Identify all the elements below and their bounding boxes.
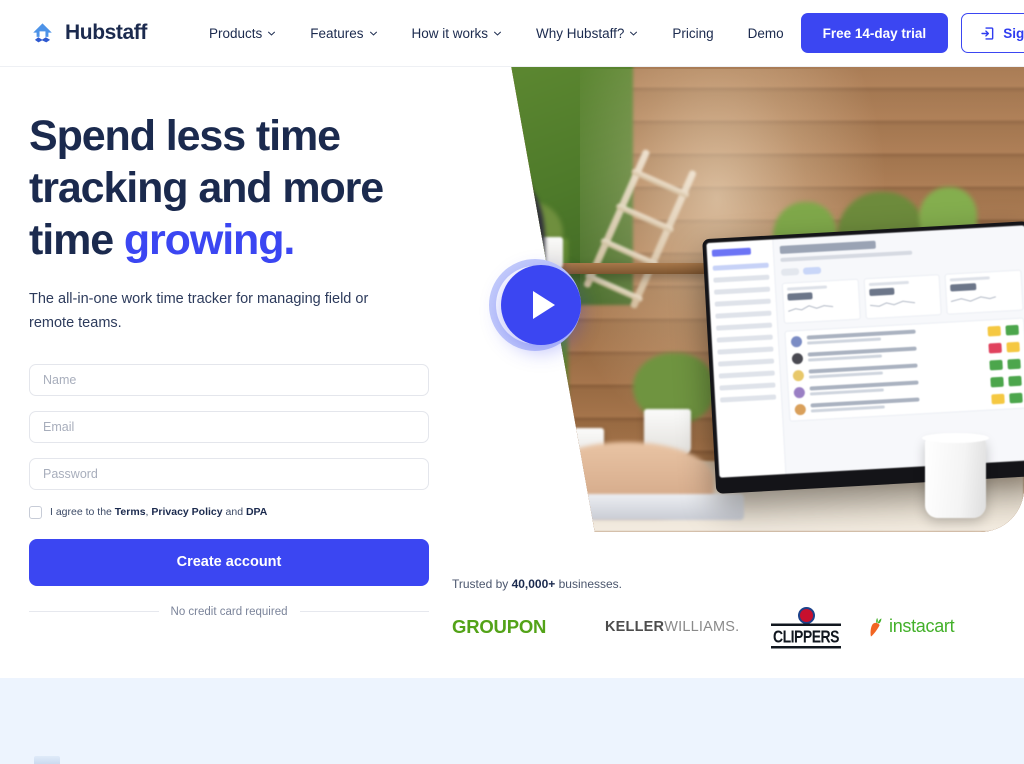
client-logos: GROUPON KELLERWILLIAMS. CLIPPERS instaca… (452, 607, 997, 649)
play-triangle (533, 291, 555, 319)
chevron-down-icon (369, 31, 377, 36)
agree-prefix: I agree to the (50, 506, 115, 519)
headline-accent: growing. (123, 216, 295, 265)
trusted-by-text: Trusted by 40,000+ businesses. (452, 577, 997, 591)
terms-agreement-row: I agree to the Terms, Privacy Policy and… (29, 505, 429, 520)
terms-agreement-text: I agree to the Terms, Privacy Policy and… (50, 505, 267, 520)
person-head (510, 159, 534, 245)
kw-light: WILLIAMS. (664, 618, 740, 635)
no-credit-card-text: No credit card required (170, 605, 288, 618)
instacart-logo-icon: instacart (868, 616, 955, 637)
keller-williams-logo-icon: KELLERWILLIAMS. (605, 619, 744, 635)
nav-item-how-it-works[interactable]: How it works (395, 18, 520, 49)
band-partial-element (34, 756, 60, 764)
trusted-count: 40,000+ (511, 577, 556, 591)
chevron-down-icon (494, 31, 502, 36)
nav-item-pricing[interactable]: Pricing (655, 18, 730, 49)
nav-label: Features (310, 25, 364, 41)
hubstaff-logo-icon (29, 20, 56, 47)
logo-cell-groupon: GROUPON (452, 616, 605, 638)
divider-right (299, 611, 430, 613)
password-input[interactable] (29, 458, 429, 491)
terms-checkbox[interactable] (29, 506, 42, 520)
carrot-icon (870, 617, 882, 637)
nav-label: Why Hubstaff? (536, 25, 625, 41)
sign-in-label: Sign in (1003, 25, 1024, 41)
clippers-wordmark: CLIPPERS (770, 623, 841, 649)
logo-cell-clippers: CLIPPERS (744, 607, 868, 649)
signup-form: I agree to the Terms, Privacy Policy and… (29, 364, 429, 586)
clippers-logo-icon: CLIPPERS (744, 607, 868, 649)
privacy-policy-link[interactable]: Privacy Policy (151, 506, 222, 518)
create-account-button[interactable]: Create account (29, 538, 429, 586)
trusted-suffix: businesses. (555, 577, 622, 591)
nav-item-features[interactable]: Features (293, 18, 394, 49)
trusted-prefix: Trusted by (452, 577, 512, 591)
dpa-link[interactable]: DPA (246, 506, 267, 518)
groupon-logo-icon: GROUPON (452, 615, 547, 637)
sign-in-arrow-icon (981, 26, 994, 40)
nav-label: Pricing (672, 25, 714, 41)
play-button-icon (501, 265, 581, 345)
nav-label: Products (208, 25, 263, 41)
name-input[interactable] (29, 364, 429, 397)
agree-sep: and (222, 506, 246, 519)
hero-left-column: Spend less time tracking and more time g… (29, 110, 430, 618)
header-actions: Free 14-day trial Sign in (800, 13, 1024, 53)
clippers-ball-mark (786, 607, 826, 625)
dashboard-members-table (784, 317, 1024, 422)
logo-cell-keller-williams: KELLERWILLIAMS. (605, 619, 744, 635)
nav-label: Demo (747, 25, 784, 41)
coffee-cup (921, 432, 990, 518)
chevron-down-icon (268, 31, 276, 36)
nav-item-why-hubstaff[interactable]: Why Hubstaff? (519, 18, 655, 49)
page-title: Spend less time tracking and more time g… (29, 110, 429, 266)
sign-in-button[interactable]: Sign in (961, 13, 1024, 53)
brand-logo-link[interactable]: Hubstaff (29, 20, 147, 47)
divider-left (29, 611, 159, 613)
next-section-band (0, 678, 1024, 764)
hero-subheading: The all-in-one work time tracker for man… (29, 291, 369, 331)
kw-bold: KELLER (605, 618, 665, 635)
email-input[interactable] (29, 411, 429, 444)
keyboard (568, 494, 744, 521)
dashboard-sidebar (705, 239, 786, 478)
trusted-by-section: Trusted by 40,000+ businesses. GROUPON K… (452, 577, 997, 649)
site-header: Hubstaff Products Features How it works … (0, 0, 1024, 67)
chevron-down-icon (630, 31, 638, 36)
play-video-button[interactable] (489, 259, 589, 361)
nav-item-demo[interactable]: Demo (731, 18, 801, 49)
brand-name: Hubstaff (65, 21, 147, 44)
nav-item-products[interactable]: Products (192, 18, 293, 49)
free-trial-button[interactable]: Free 14-day trial (800, 13, 949, 53)
terms-link[interactable]: Terms (115, 506, 146, 518)
primary-nav: Products Features How it works Why Hubst… (192, 18, 801, 49)
logo-cell-instacart: instacart (868, 616, 955, 637)
instacart-wordmark: instacart (889, 616, 955, 636)
nav-label: How it works (411, 25, 489, 41)
no-credit-card-note: No credit card required (29, 605, 430, 618)
